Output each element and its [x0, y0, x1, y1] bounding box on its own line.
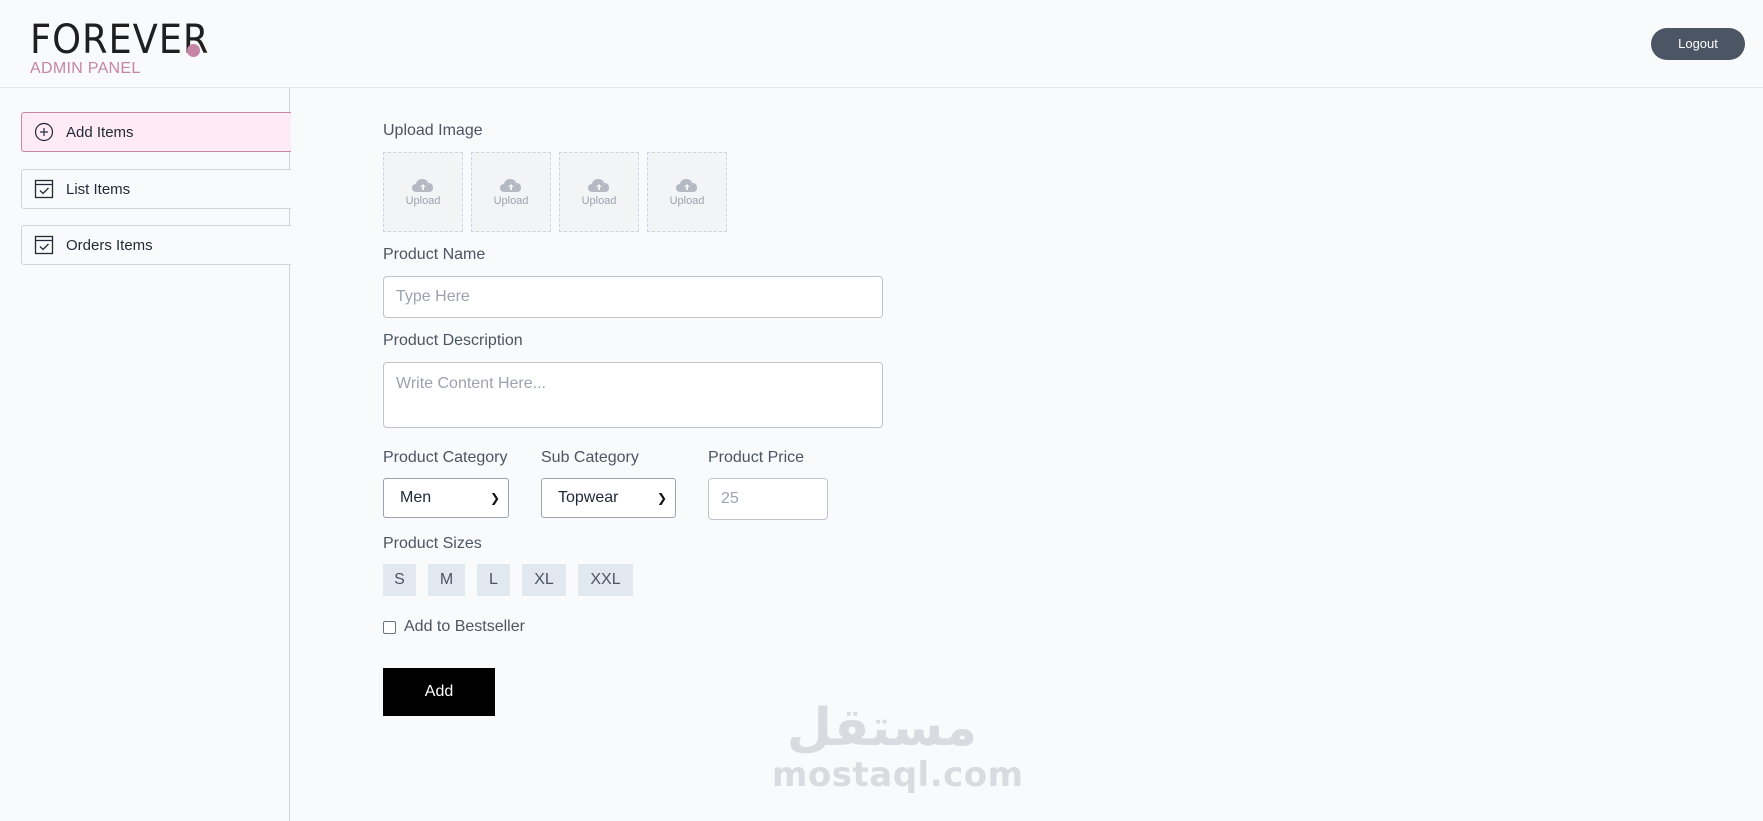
upload-image-3[interactable]: Upload [559, 152, 639, 232]
watermark: مستقل mostaql.com [772, 698, 1024, 795]
cloud-upload-icon [676, 179, 697, 192]
size-option-xxl[interactable]: XXL [578, 564, 633, 596]
size-option-s[interactable]: S [383, 564, 416, 596]
sub-category-value: Topwear [558, 489, 619, 506]
product-sizes-label: Product Sizes [383, 535, 482, 552]
sidebar-item-list-items[interactable]: List Items [21, 169, 291, 209]
add-button[interactable]: Add [383, 668, 495, 716]
calendar-check-icon [34, 235, 54, 255]
watermark-latin: mostaql.com [772, 755, 1024, 795]
chevron-down-icon: ❯ [656, 491, 667, 505]
bestseller-checkbox[interactable] [383, 621, 396, 634]
logo-subtitle: ADMIN PANEL [30, 60, 141, 77]
upload-image-1[interactable]: Upload [383, 152, 463, 232]
watermark-arabic: مستقل [786, 698, 978, 758]
upload-text: Upload [405, 195, 441, 207]
sub-category-select[interactable]: Topwear ❯ [541, 478, 676, 518]
upload-text: Upload [493, 195, 529, 207]
product-description-label: Product Description [383, 332, 523, 349]
plus-circle-icon [34, 122, 54, 142]
sidebar-item-label: Orders Items [66, 236, 153, 254]
upload-image-4[interactable]: Upload [647, 152, 727, 232]
sidebar-item-add-items[interactable]: Add Items [21, 112, 291, 152]
sidebar-item-orders-items[interactable]: Orders Items [21, 225, 291, 265]
product-name-input[interactable]: Type Here [383, 276, 883, 318]
upload-image-2[interactable]: Upload [471, 152, 551, 232]
calendar-check-icon [34, 179, 54, 199]
upload-text: Upload [669, 195, 705, 207]
logo: FOREVER ADMIN PANEL [30, 17, 225, 77]
chevron-down-icon: ❯ [489, 491, 500, 505]
upload-text: Upload [581, 195, 617, 207]
product-category-select[interactable]: Men ❯ [383, 478, 509, 518]
product-category-label: Product Category [383, 449, 508, 466]
size-option-l[interactable]: L [477, 564, 510, 596]
bestseller-label[interactable]: Add to Bestseller [404, 618, 525, 636]
sidebar: Add Items List Items Orders Items [0, 88, 291, 821]
logo-dot [187, 44, 200, 57]
product-price-label: Product Price [708, 449, 805, 466]
product-category-value: Men [400, 489, 432, 506]
sub-category-label: Sub Category [541, 449, 639, 466]
product-description-textarea[interactable]: Write Content Here... [383, 362, 883, 428]
size-option-m[interactable]: M [428, 564, 465, 596]
product-name-label: Product Name [383, 246, 486, 263]
sidebar-item-label: Add Items [66, 123, 134, 141]
logout-button[interactable]: Logout [1651, 28, 1745, 60]
cloud-upload-icon [500, 179, 521, 192]
sidebar-item-label: List Items [66, 180, 131, 198]
cloud-upload-icon [588, 179, 609, 192]
product-price-input[interactable]: 25 [708, 478, 828, 520]
cloud-upload-icon [412, 179, 433, 192]
top-header: FOREVER ADMIN PANEL Logout [0, 0, 1763, 88]
upload-image-label: Upload Image [383, 122, 483, 139]
size-option-xl[interactable]: XL [522, 564, 566, 596]
logo-wordmark: FOREVER [30, 17, 210, 63]
